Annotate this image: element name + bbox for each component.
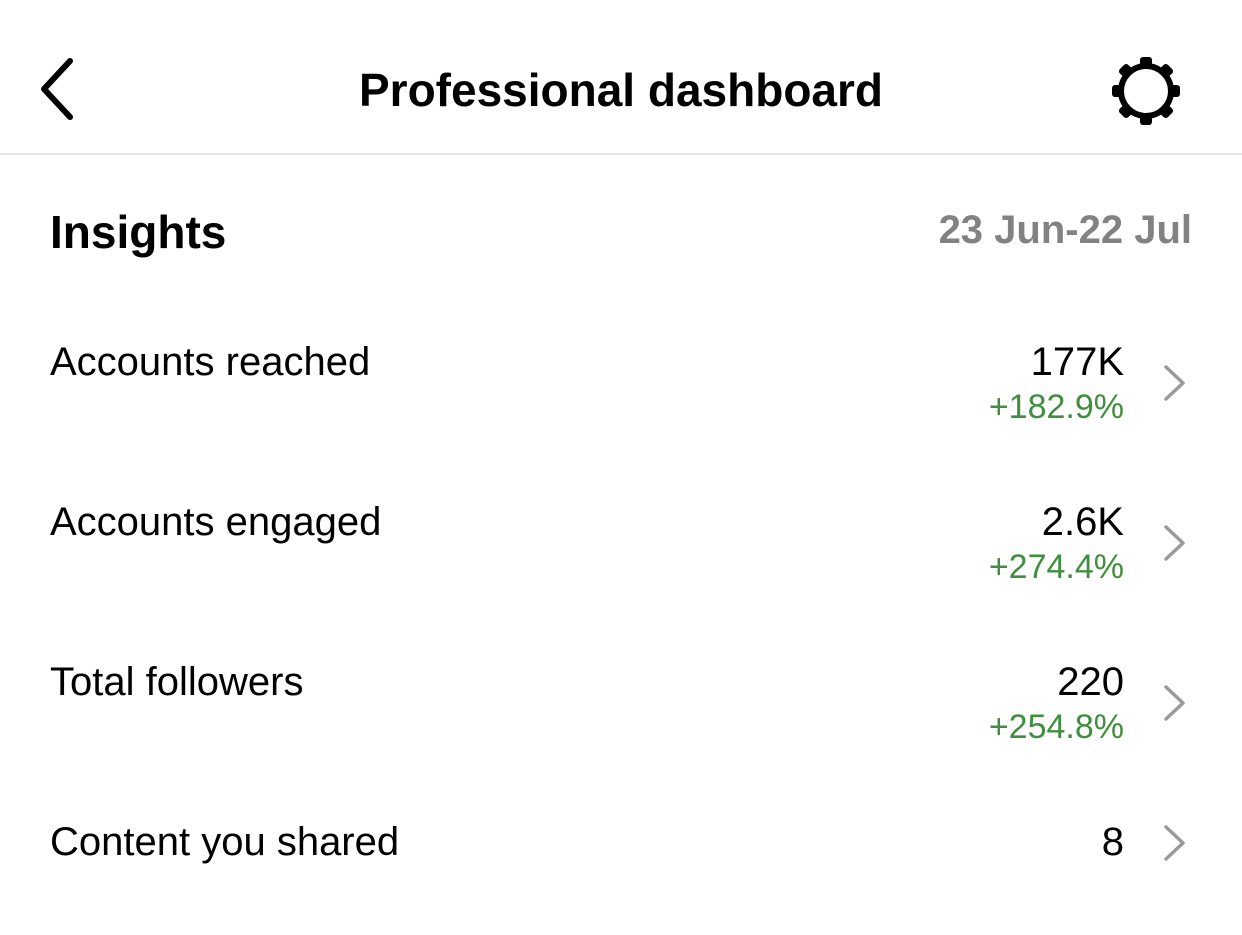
settings-button[interactable]	[1104, 54, 1188, 128]
chevron-right-icon	[1160, 521, 1190, 565]
metric-label: Accounts engaged	[50, 500, 382, 544]
gear-icon	[1112, 57, 1180, 125]
metric-row-accounts-reached[interactable]: Accounts reached 177K +182.9%	[0, 337, 1242, 487]
metric-row-content-shared[interactable]: Content you shared 8	[0, 817, 1242, 917]
metric-label: Content you shared	[50, 820, 400, 864]
metric-value: 177K	[1030, 340, 1124, 384]
metric-row-total-followers[interactable]: Total followers 220 +254.8%	[0, 657, 1242, 807]
chevron-right-icon	[1160, 821, 1190, 865]
metric-change: +182.9%	[988, 388, 1124, 426]
insights-heading: Insights	[50, 206, 227, 258]
metric-value: 2.6K	[1041, 500, 1124, 544]
date-range[interactable]: 23 Jun-22 Jul	[939, 204, 1192, 256]
chevron-right-icon	[1160, 681, 1190, 725]
metric-value: 220	[1057, 660, 1124, 704]
chevron-right-icon	[1160, 361, 1190, 405]
metric-value: 8	[1101, 820, 1124, 864]
metric-label: Accounts reached	[50, 340, 371, 384]
metric-label: Total followers	[50, 660, 304, 704]
header-bar: Professional dashboard	[0, 0, 1242, 155]
metric-change: +254.8%	[988, 708, 1124, 746]
metric-row-accounts-engaged[interactable]: Accounts engaged 2.6K +274.4%	[0, 497, 1242, 647]
page-title: Professional dashboard	[358, 64, 883, 116]
metric-change: +274.4%	[988, 548, 1124, 586]
